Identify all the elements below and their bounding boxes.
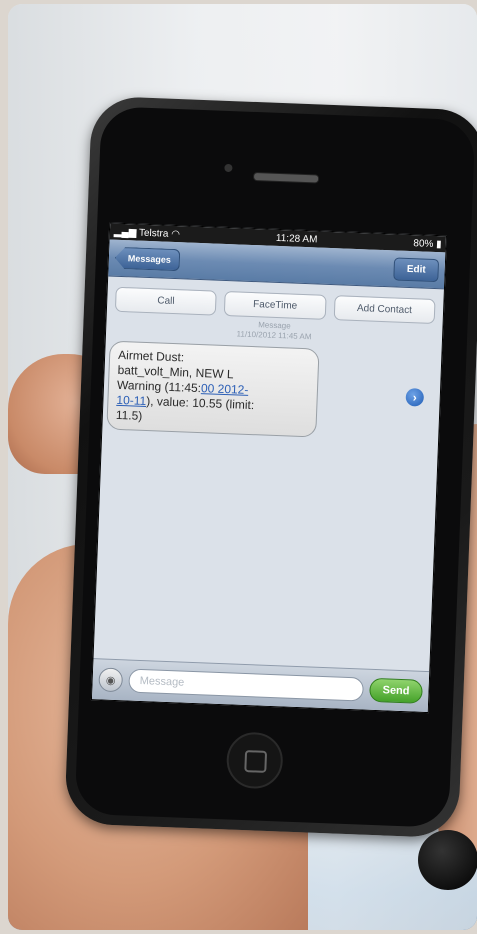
disclosure-arrow-icon[interactable]: › — [405, 387, 425, 407]
add-contact-button[interactable]: Add Contact — [333, 295, 436, 325]
call-button[interactable]: Call — [114, 286, 218, 316]
camera-icon[interactable]: ◉ — [98, 667, 124, 693]
edit-button[interactable]: Edit — [393, 256, 440, 282]
messages-back-button[interactable]: Messages — [114, 247, 180, 271]
carrier-label: ▂▄▆ Telstra ◠ — [113, 226, 181, 240]
timestamp-link[interactable]: 00 2012- — [201, 381, 249, 397]
iphone: ▂▄▆ Telstra ◠ 11:28 AM 80% ▮ Messages Ed… — [64, 95, 477, 839]
key-fob — [418, 830, 477, 890]
message-input[interactable]: Message — [128, 668, 365, 702]
date-link[interactable]: 10-11 — [116, 393, 146, 408]
message-bubble[interactable]: Airmet Dust: batt_volt_Min, NEW L Warnin… — [106, 340, 320, 438]
home-square-icon — [244, 750, 268, 773]
status-time: 11:28 AM — [275, 232, 318, 245]
send-button[interactable]: Send — [369, 677, 423, 704]
battery-indicator: 80% ▮ — [413, 237, 442, 250]
facetime-button[interactable]: FaceTime — [224, 290, 327, 320]
message-row: Airmet Dust: batt_volt_Min, NEW L Warnin… — [102, 334, 441, 442]
phone-screen: ▂▄▆ Telstra ◠ 11:28 AM 80% ▮ Messages Ed… — [90, 222, 448, 714]
